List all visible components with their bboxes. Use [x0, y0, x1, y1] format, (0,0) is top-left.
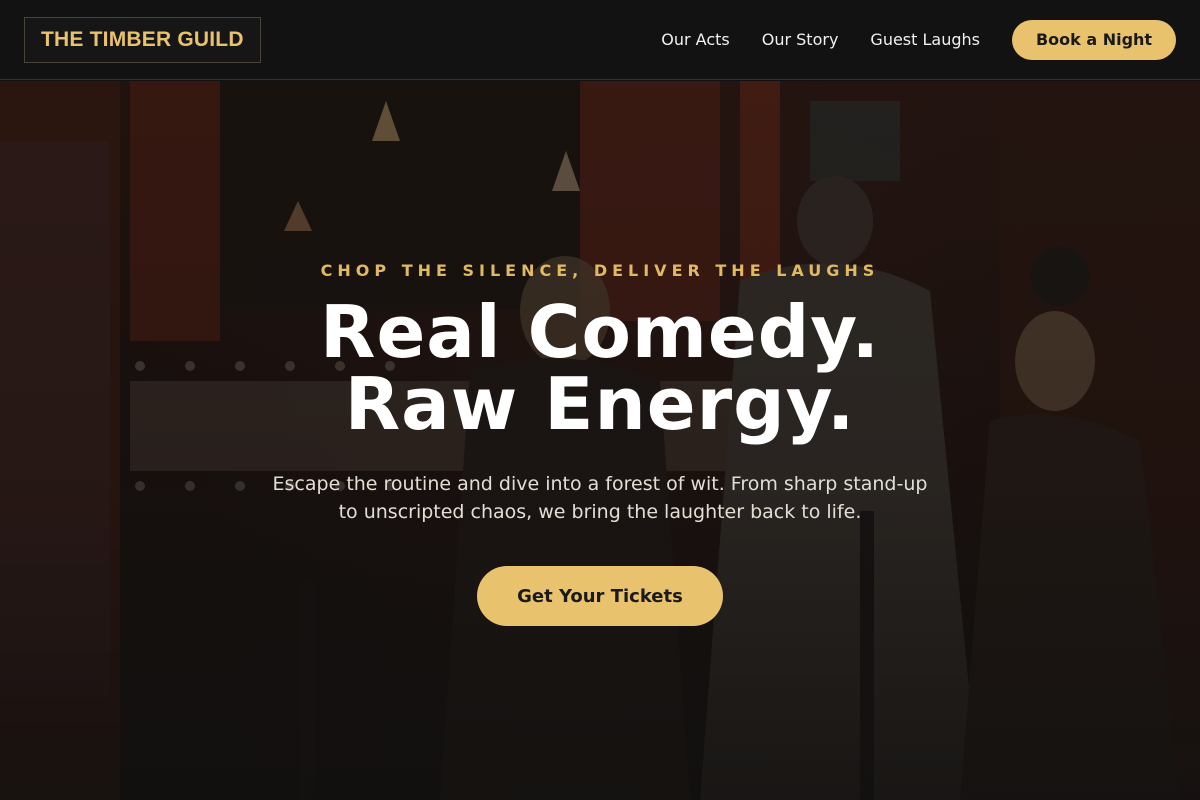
hero-headline: Real Comedy. Raw Energy.: [320, 296, 880, 440]
hero-content: CHOP THE SILENCE, DELIVER THE LAUGHS Rea…: [0, 81, 1200, 800]
book-a-night-button[interactable]: Book a Night: [1012, 19, 1176, 60]
nav-link-our-acts[interactable]: Our Acts: [661, 30, 729, 49]
main-nav: Our Acts Our Story Guest Laughs Book a N…: [661, 19, 1176, 60]
headline-line-2: Raw Energy.: [344, 362, 856, 446]
hero-tagline: CHOP THE SILENCE, DELIVER THE LAUGHS: [320, 261, 880, 280]
nav-link-guest-laughs[interactable]: Guest Laughs: [870, 30, 980, 49]
site-header: THE TIMBER GUILD Our Acts Our Story Gues…: [0, 0, 1200, 80]
hero-section: CHOP THE SILENCE, DELIVER THE LAUGHS Rea…: [0, 81, 1200, 800]
logo[interactable]: THE TIMBER GUILD: [24, 16, 261, 63]
nav-link-our-story[interactable]: Our Story: [762, 30, 839, 49]
get-tickets-button[interactable]: Get Your Tickets: [477, 566, 723, 626]
hero-subtext: Escape the routine and dive into a fores…: [272, 473, 928, 523]
headline-line-1: Real Comedy.: [320, 290, 880, 374]
